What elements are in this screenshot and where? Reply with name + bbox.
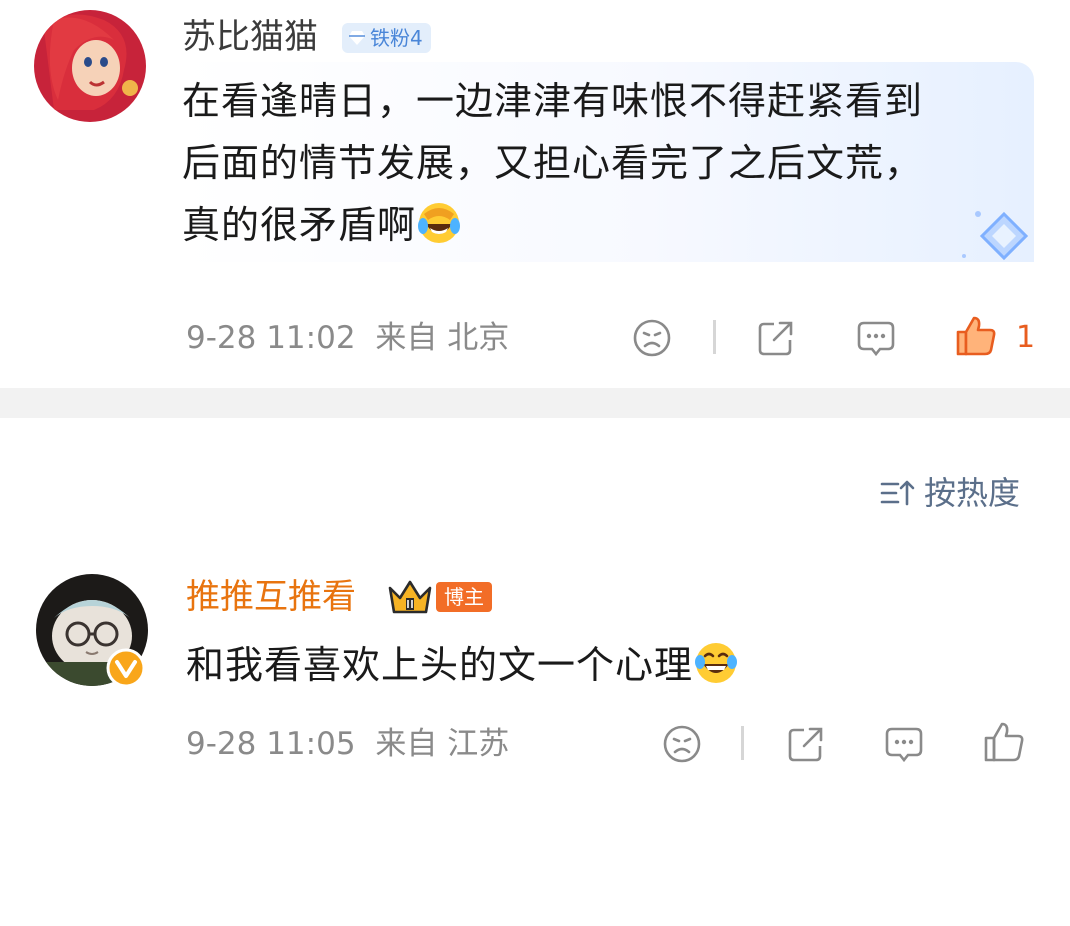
dislike-icon[interactable]	[662, 724, 702, 764]
crown-icon	[388, 580, 432, 614]
dislike-icon[interactable]	[632, 318, 672, 358]
comment-text: 和我看喜欢上头的文一个心理	[186, 636, 739, 694]
like-count: 1	[1016, 320, 1036, 355]
laugh-cry-emoji	[695, 643, 738, 683]
diamond-icon	[349, 31, 365, 45]
share-icon[interactable]	[756, 318, 796, 358]
sort-button[interactable]: 按热度	[880, 472, 1020, 514]
username[interactable]: 推推互推看	[186, 574, 356, 620]
avatar[interactable]	[34, 10, 146, 122]
verified-icon	[106, 648, 146, 688]
section-divider	[0, 388, 1070, 418]
username[interactable]: 苏比猫猫	[182, 14, 318, 60]
share-icon[interactable]	[786, 724, 826, 764]
timestamp: 9-28 11:02	[186, 320, 356, 356]
like-icon[interactable]	[954, 314, 998, 358]
timestamp: 9-28 11:05	[186, 726, 356, 762]
location: 来自 北京	[375, 320, 510, 356]
comment-icon[interactable]	[856, 318, 896, 358]
laugh-cry-emoji	[418, 203, 461, 243]
divider	[741, 726, 744, 760]
location: 来自 江苏	[375, 726, 510, 762]
sort-icon	[880, 480, 915, 506]
comment-meta: 9-28 11:05 来自 江苏	[186, 724, 509, 764]
divider	[713, 320, 716, 354]
sort-label: 按热度	[924, 474, 1021, 512]
comment-meta: 9-28 11:02 来自 北京	[186, 318, 509, 358]
fan-badge[interactable]: 铁粉4	[342, 23, 431, 53]
fan-badge-label: 铁粉4	[370, 26, 423, 50]
comment-icon[interactable]	[884, 724, 924, 764]
blogger-badge: 博主	[436, 582, 492, 612]
like-icon[interactable]	[982, 720, 1026, 764]
comment-text: 在看逢晴日，一边津津有味恨不得赶紧看到 后面的情节发展，又担心看完了之后文荒， …	[182, 79, 924, 247]
